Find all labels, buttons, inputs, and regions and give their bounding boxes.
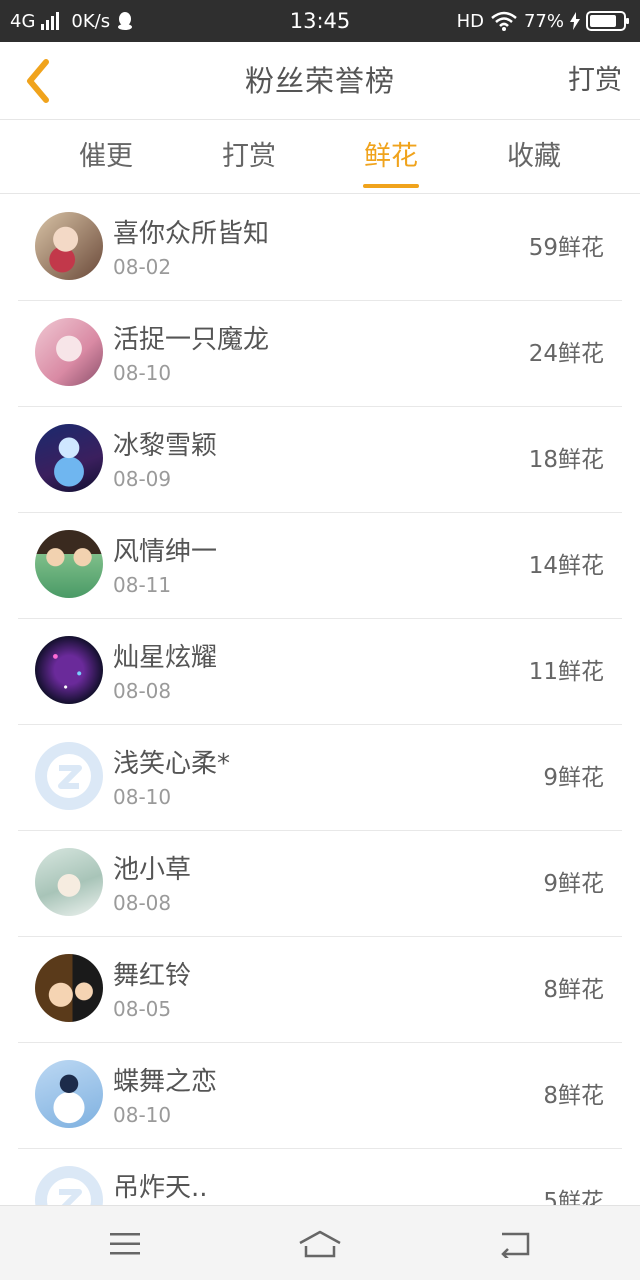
avatar bbox=[35, 530, 103, 598]
status-right: HD 77% bbox=[457, 0, 630, 42]
list-item[interactable]: 活捉一只魔龙 08-10 24鲜花 bbox=[18, 301, 622, 407]
avatar bbox=[35, 424, 103, 492]
flower-count: 9鲜花 bbox=[543, 765, 604, 791]
flower-count: 18鲜花 bbox=[528, 447, 604, 473]
home-button[interactable] bbox=[280, 1206, 360, 1280]
flower-count: 14鲜花 bbox=[528, 553, 604, 579]
fan-name: 风情绅一 bbox=[113, 537, 218, 567]
list-item[interactable]: 灿星炫耀 08-08 11鲜花 bbox=[18, 619, 622, 725]
avatar bbox=[35, 318, 103, 386]
fan-date: 08-09 bbox=[113, 467, 172, 491]
flower-count: 5鲜花 bbox=[543, 1189, 604, 1205]
reward-button[interactable]: 打赏 bbox=[568, 42, 622, 120]
fan-date: 08-05 bbox=[113, 997, 172, 1021]
list-item[interactable]: 风情绅一 08-11 14鲜花 bbox=[18, 513, 622, 619]
fan-name: 活捉一只魔龙 bbox=[113, 325, 270, 355]
fan-name: 池小草 bbox=[113, 855, 192, 885]
battery-icon bbox=[586, 11, 629, 31]
active-tab-indicator bbox=[363, 184, 419, 188]
system-nav-bar bbox=[0, 1205, 640, 1280]
default-avatar-icon bbox=[47, 1178, 91, 1205]
menu-icon bbox=[110, 1232, 140, 1254]
fan-date: 08-10 bbox=[113, 785, 172, 809]
avatar bbox=[35, 848, 103, 916]
avatar bbox=[35, 742, 103, 810]
tab-reward[interactable]: 打赏 bbox=[189, 121, 309, 194]
avatar bbox=[35, 1166, 103, 1205]
menu-button[interactable] bbox=[85, 1206, 165, 1280]
tab-favorites[interactable]: 收藏 bbox=[474, 121, 594, 194]
fan-date: 08-11 bbox=[113, 573, 172, 597]
list-item[interactable]: 喜你众所皆知 08-02 59鲜花 bbox=[18, 195, 622, 301]
home-icon bbox=[299, 1230, 341, 1257]
list-item[interactable]: 浅笑心柔* 08-10 9鲜花 bbox=[18, 725, 622, 831]
fan-date: 08-08 bbox=[113, 891, 172, 915]
avatar bbox=[35, 636, 103, 704]
list-item[interactable]: 舞红铃 08-05 8鲜花 bbox=[18, 937, 622, 1043]
fan-name: 吊炸天.. bbox=[113, 1173, 208, 1203]
tab-urge[interactable]: 催更 bbox=[46, 121, 166, 194]
fan-list[interactable]: 喜你众所皆知 08-02 59鲜花 活捉一只魔龙 08-10 24鲜花 冰黎雪颖… bbox=[0, 195, 640, 1205]
page-title: 粉丝荣誉榜 bbox=[244, 64, 395, 98]
tab-bar: 催更 打赏 鲜花 收藏 bbox=[0, 121, 640, 194]
battery-percent: 77% bbox=[523, 10, 564, 32]
fan-date: 08-02 bbox=[113, 255, 172, 279]
flower-count: 9鲜花 bbox=[543, 871, 604, 897]
wifi-icon bbox=[491, 11, 517, 31]
list-item[interactable]: 冰黎雪颖 08-09 18鲜花 bbox=[18, 407, 622, 513]
charging-icon bbox=[570, 12, 580, 30]
flower-count: 11鲜花 bbox=[528, 659, 604, 685]
fan-name: 冰黎雪颖 bbox=[113, 431, 218, 461]
list-item[interactable]: 吊炸天.. 5鲜花 bbox=[18, 1149, 622, 1205]
back-nav-button[interactable] bbox=[475, 1206, 555, 1280]
avatar bbox=[35, 954, 103, 1022]
flower-count: 24鲜花 bbox=[528, 341, 604, 367]
fan-date: 08-08 bbox=[113, 679, 172, 703]
fan-name: 喜你众所皆知 bbox=[113, 219, 270, 249]
fan-name: 灿星炫耀 bbox=[113, 643, 218, 673]
list-item[interactable]: 蝶舞之恋 08-10 8鲜花 bbox=[18, 1043, 622, 1149]
flower-count: 8鲜花 bbox=[543, 1083, 604, 1109]
fan-name: 舞红铃 bbox=[113, 961, 192, 991]
fan-date: 08-10 bbox=[113, 361, 172, 385]
fan-name: 浅笑心柔* bbox=[113, 749, 231, 779]
default-avatar-icon bbox=[47, 754, 91, 798]
flower-count: 8鲜花 bbox=[543, 977, 604, 1003]
status-bar: 4G 0K/s 13:45 HD 77% bbox=[0, 0, 640, 42]
list-item[interactable]: 池小草 08-08 9鲜花 bbox=[18, 831, 622, 937]
avatar bbox=[35, 212, 103, 280]
header-bar: 粉丝荣誉榜 打赏 bbox=[0, 42, 640, 120]
back-arrow-icon bbox=[501, 1232, 530, 1258]
flower-count: 59鲜花 bbox=[528, 235, 604, 261]
fan-date: 08-10 bbox=[113, 1103, 172, 1127]
hd-indicator: HD bbox=[456, 10, 484, 32]
avatar bbox=[35, 1060, 103, 1128]
fan-name: 蝶舞之恋 bbox=[113, 1067, 218, 1097]
